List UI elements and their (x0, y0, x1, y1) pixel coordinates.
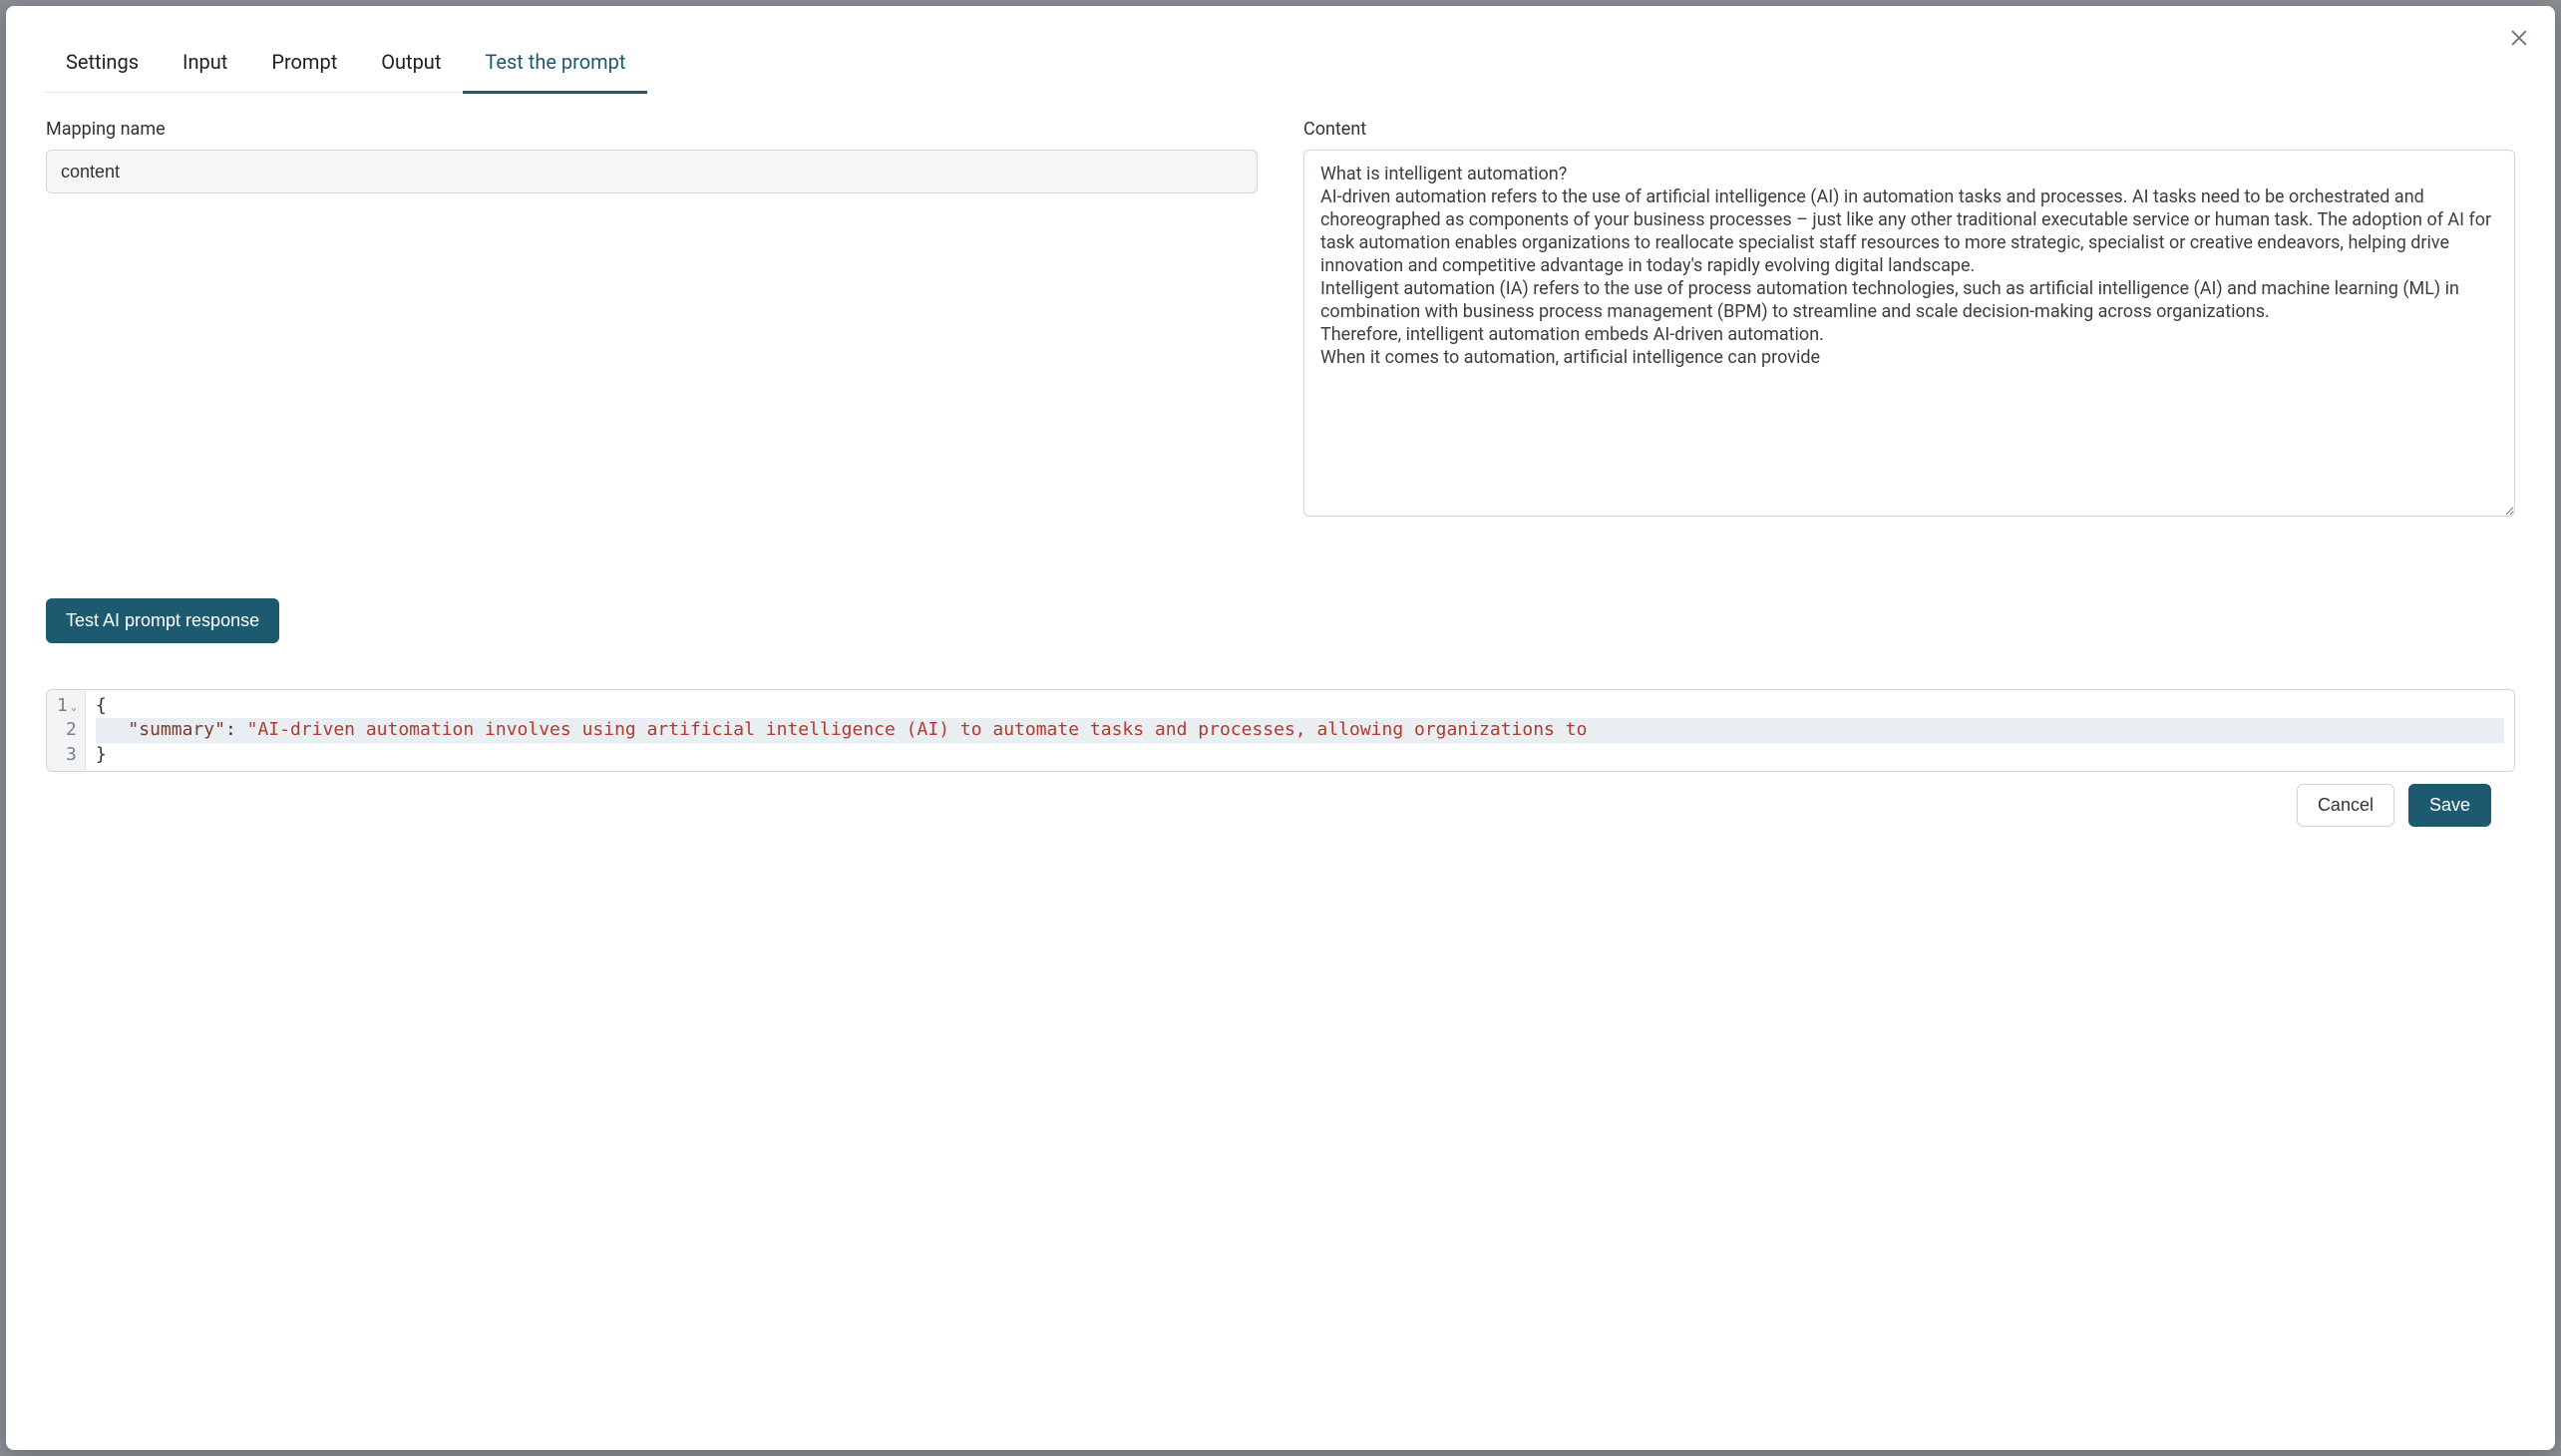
test-ai-prompt-button[interactable]: Test AI prompt response (46, 598, 279, 643)
tab-output[interactable]: Output (359, 38, 463, 93)
code-gutter: 1⌄23 (47, 690, 86, 771)
footer-actions: Cancel Save (46, 772, 2515, 851)
modal-body: Mapping name Content Test AI prompt resp… (6, 93, 2555, 1450)
response-code-editor[interactable]: 1⌄23 { "summary": "AI-driven automation … (46, 689, 2515, 772)
tab-test-the-prompt[interactable]: Test the prompt (463, 38, 647, 93)
tab-settings[interactable]: Settings (44, 38, 161, 93)
fold-icon[interactable]: ⌄ (68, 702, 77, 713)
content-textarea[interactable] (1303, 150, 2515, 517)
tab-bar: Settings Input Prompt Output Test the pr… (6, 6, 2555, 93)
code-content[interactable]: { "summary": "AI-driven automation invol… (86, 690, 2514, 771)
tab-input[interactable]: Input (161, 38, 249, 93)
modal-dialog: Settings Input Prompt Output Test the pr… (6, 6, 2555, 1450)
tab-prompt[interactable]: Prompt (249, 38, 359, 93)
content-label: Content (1303, 119, 2515, 140)
close-icon[interactable] (2505, 24, 2533, 52)
mapping-name-label: Mapping name (46, 119, 1258, 140)
save-button[interactable]: Save (2408, 784, 2491, 827)
mapping-name-input[interactable] (46, 150, 1258, 193)
cancel-button[interactable]: Cancel (2297, 784, 2394, 827)
